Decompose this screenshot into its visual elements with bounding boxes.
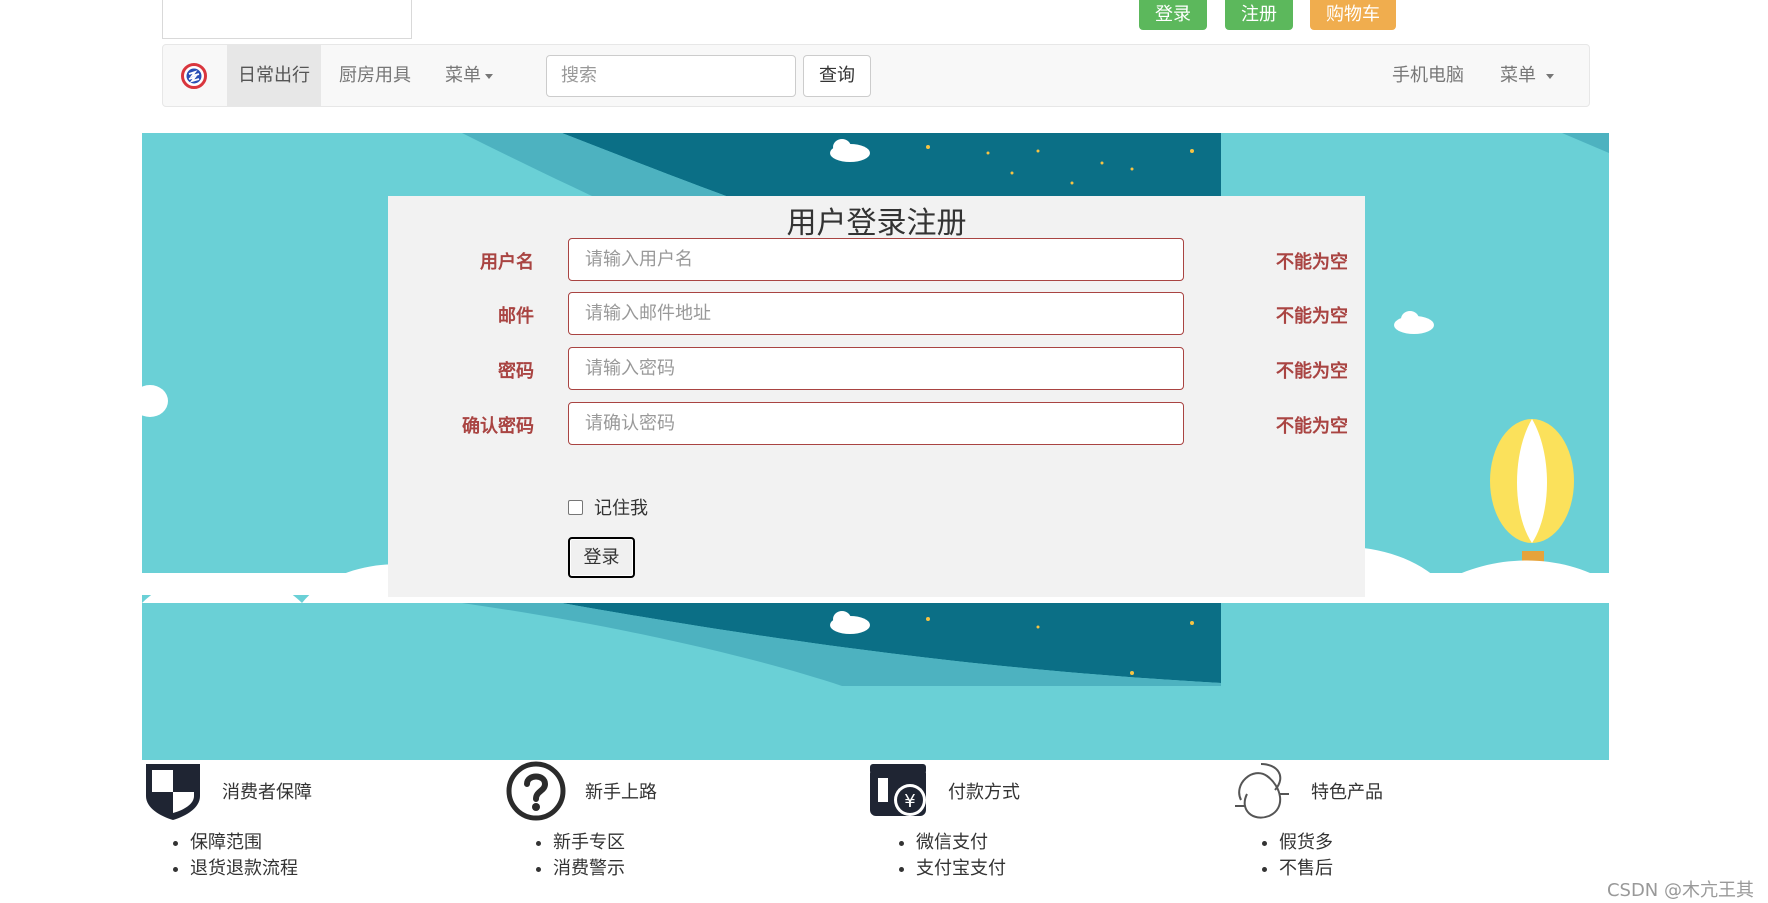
feature-link-no-aftersales[interactable]: 不售后 — [1279, 856, 1333, 882]
feature-title: 特色产品 — [1311, 782, 1383, 803]
remember-me[interactable]: 记住我 — [568, 494, 648, 520]
caret-down-icon — [1545, 73, 1554, 79]
shield-icon — [146, 764, 200, 820]
feature-link-newbie-zone[interactable]: 新手专区 — [553, 830, 625, 856]
remember-me-checkbox[interactable] — [568, 499, 583, 515]
feature-link-refund-process[interactable]: 退货退款流程 — [190, 856, 298, 882]
csdn-watermark: CSDN @木亢王其 — [1606, 880, 1754, 901]
hot-air-balloon-icon — [1490, 419, 1574, 569]
nav-item-phones[interactable]: 手机电脑 — [1392, 45, 1464, 106]
site-logo-box — [162, 0, 412, 39]
feature-links: 假货多 不售后 — [1253, 830, 1333, 882]
email-error: 不能为空 — [1276, 306, 1348, 327]
feature-link-many-fakes[interactable]: 假货多 — [1279, 830, 1333, 856]
login-submit-button[interactable]: 登录 — [568, 537, 635, 578]
feature-link-protection-scope[interactable]: 保障范围 — [190, 830, 298, 856]
search-input[interactable]: 搜索 — [546, 55, 796, 97]
password-error: 不能为空 — [1276, 361, 1348, 382]
search-button[interactable]: 查询 — [803, 55, 871, 97]
email-label: 邮件 — [498, 306, 534, 327]
feature-link-warning[interactable]: 消费警示 — [553, 856, 625, 882]
caret-down-icon — [485, 73, 493, 79]
feature-newbie: 新手上路 新手专区 消费警示 — [505, 760, 845, 880]
confirm-password-error: 不能为空 — [1276, 416, 1348, 437]
brand-logo-icon[interactable] — [181, 63, 207, 89]
svg-text:¥: ¥ — [904, 791, 915, 812]
login-register-form: 用户登录注册 用户名 请输入用户名 不能为空 邮件 请输入邮件地址 不能为空 密… — [388, 196, 1365, 597]
feature-payment: ¥ 付款方式 微信支付 支付宝支付 — [868, 760, 1208, 880]
form-title: 用户登录注册 — [786, 206, 967, 241]
nav-item-daily-travel[interactable]: 日常出行 — [227, 45, 321, 106]
username-error: 不能为空 — [1276, 252, 1348, 273]
username-label: 用户名 — [480, 252, 534, 273]
feature-special-products: 特色产品 假货多 不售后 — [1231, 760, 1571, 880]
email-input[interactable]: 请输入邮件地址 — [568, 292, 1184, 335]
password-label: 密码 — [498, 361, 534, 382]
feature-link-wechat-pay[interactable]: 微信支付 — [916, 830, 1006, 856]
password-input[interactable]: 请输入密码 — [568, 347, 1184, 390]
nav-right-dropdown-menu[interactable]: 菜单 — [1500, 45, 1554, 106]
confirm-password-label: 确认密码 — [462, 416, 534, 437]
feature-title: 消费者保障 — [222, 782, 312, 803]
feature-consumer-protection: 消费者保障 保障范围 退货退款流程 — [142, 760, 482, 880]
username-input[interactable]: 请输入用户名 — [568, 238, 1184, 281]
feature-link-alipay[interactable]: 支付宝支付 — [916, 856, 1006, 882]
header-cart-button[interactable]: 购物车 — [1310, 0, 1396, 30]
header-login-button[interactable]: 登录 — [1139, 0, 1207, 30]
wallet-icon: ¥ — [870, 764, 926, 816]
navbar: 日常出行 厨房用具 菜单 搜索 查询 手机电脑 菜单 — [162, 44, 1590, 107]
nav-dropdown-menu[interactable]: 菜单 — [445, 45, 493, 106]
feature-title: 付款方式 — [948, 782, 1020, 803]
remember-me-label: 记住我 — [594, 498, 648, 519]
feature-links: 微信支付 支付宝支付 — [890, 830, 1006, 882]
confirm-password-input[interactable]: 请确认密码 — [568, 402, 1184, 445]
special-product-icon — [1235, 763, 1289, 819]
nav-dropdown-label: 菜单 — [445, 65, 481, 86]
nav-item-kitchen[interactable]: 厨房用具 — [339, 45, 411, 106]
feature-title: 新手上路 — [585, 782, 657, 803]
feature-links: 保障范围 退货退款流程 — [164, 830, 298, 882]
feature-links: 新手专区 消费警示 — [527, 830, 625, 882]
nav-right-dropdown-label: 菜单 — [1500, 65, 1536, 86]
question-icon — [506, 761, 566, 821]
header-register-button[interactable]: 注册 — [1225, 0, 1293, 30]
